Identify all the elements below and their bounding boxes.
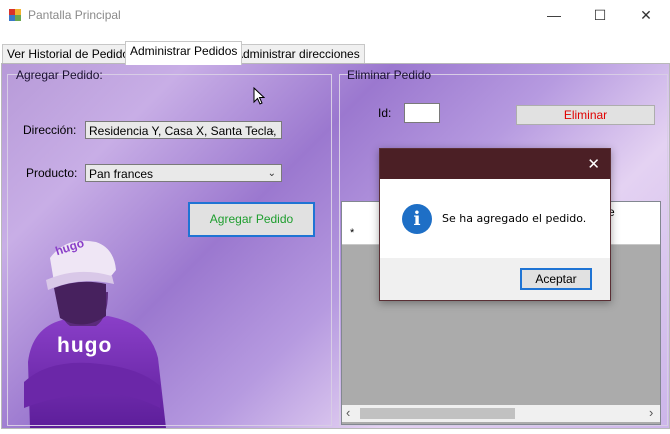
horizontal-scrollbar[interactable]: ‹ › bbox=[342, 405, 660, 422]
window-title: Pantalla Principal bbox=[28, 8, 121, 22]
minimize-button[interactable]: — bbox=[531, 0, 577, 30]
minimize-icon: — bbox=[547, 7, 561, 23]
close-icon: ✕ bbox=[640, 6, 652, 23]
id-label: Id: bbox=[378, 106, 392, 120]
dialog-close-icon[interactable]: ✕ bbox=[587, 155, 600, 173]
direccion-select[interactable]: Residencia Y, Casa X, Santa Tecla, ⌄ bbox=[85, 121, 282, 139]
agregar-pedido-title: Agregar Pedido: bbox=[16, 68, 103, 82]
direccion-label: Dirección: bbox=[23, 123, 77, 137]
dialog-title-bar[interactable]: ✕ bbox=[380, 149, 610, 179]
chevron-down-icon: ⌄ bbox=[267, 125, 276, 136]
tab-ver-historial[interactable]: Ver Historial de Pedidos bbox=[2, 44, 141, 65]
window-title-bar[interactable]: Pantalla Principal — ☐ ✕ bbox=[0, 0, 670, 30]
tab-administrar-pedidos[interactable]: Administrar Pedidos bbox=[125, 41, 243, 65]
eliminar-pedido-title: Eliminar Pedido bbox=[347, 68, 432, 82]
maximize-icon: ☐ bbox=[593, 6, 607, 23]
maximize-button[interactable]: ☐ bbox=[577, 0, 623, 30]
agregar-pedido-button[interactable]: Agregar Pedido bbox=[188, 202, 315, 237]
direccion-value: Residencia Y, Casa X, Santa Tecla, bbox=[89, 124, 277, 138]
app-icon bbox=[8, 8, 22, 22]
close-button[interactable]: ✕ bbox=[623, 0, 669, 30]
aceptar-button[interactable]: Aceptar bbox=[520, 268, 592, 290]
tab-administrar-direcciones[interactable]: Administrar direcciones bbox=[230, 44, 365, 65]
dialog-footer: Aceptar bbox=[380, 258, 610, 300]
producto-label: Producto: bbox=[26, 166, 78, 180]
mouse-cursor-icon bbox=[253, 87, 265, 105]
dialog-message: Se ha agregado el pedido. bbox=[442, 212, 587, 225]
new-row-marker: * bbox=[350, 227, 355, 239]
scroll-left-icon[interactable]: ‹ bbox=[346, 405, 350, 420]
eliminar-button[interactable]: Eliminar bbox=[516, 105, 655, 125]
scrollbar-thumb[interactable] bbox=[360, 408, 515, 419]
info-icon: i bbox=[402, 204, 432, 234]
id-input[interactable] bbox=[404, 103, 440, 123]
producto-value: Pan frances bbox=[89, 167, 154, 181]
producto-select[interactable]: Pan frances ⌄ bbox=[85, 164, 282, 182]
chevron-down-icon: ⌄ bbox=[267, 168, 276, 179]
scroll-right-icon[interactable]: › bbox=[649, 405, 653, 420]
message-dialog: ✕ i Se ha agregado el pedido. Aceptar bbox=[379, 148, 611, 301]
